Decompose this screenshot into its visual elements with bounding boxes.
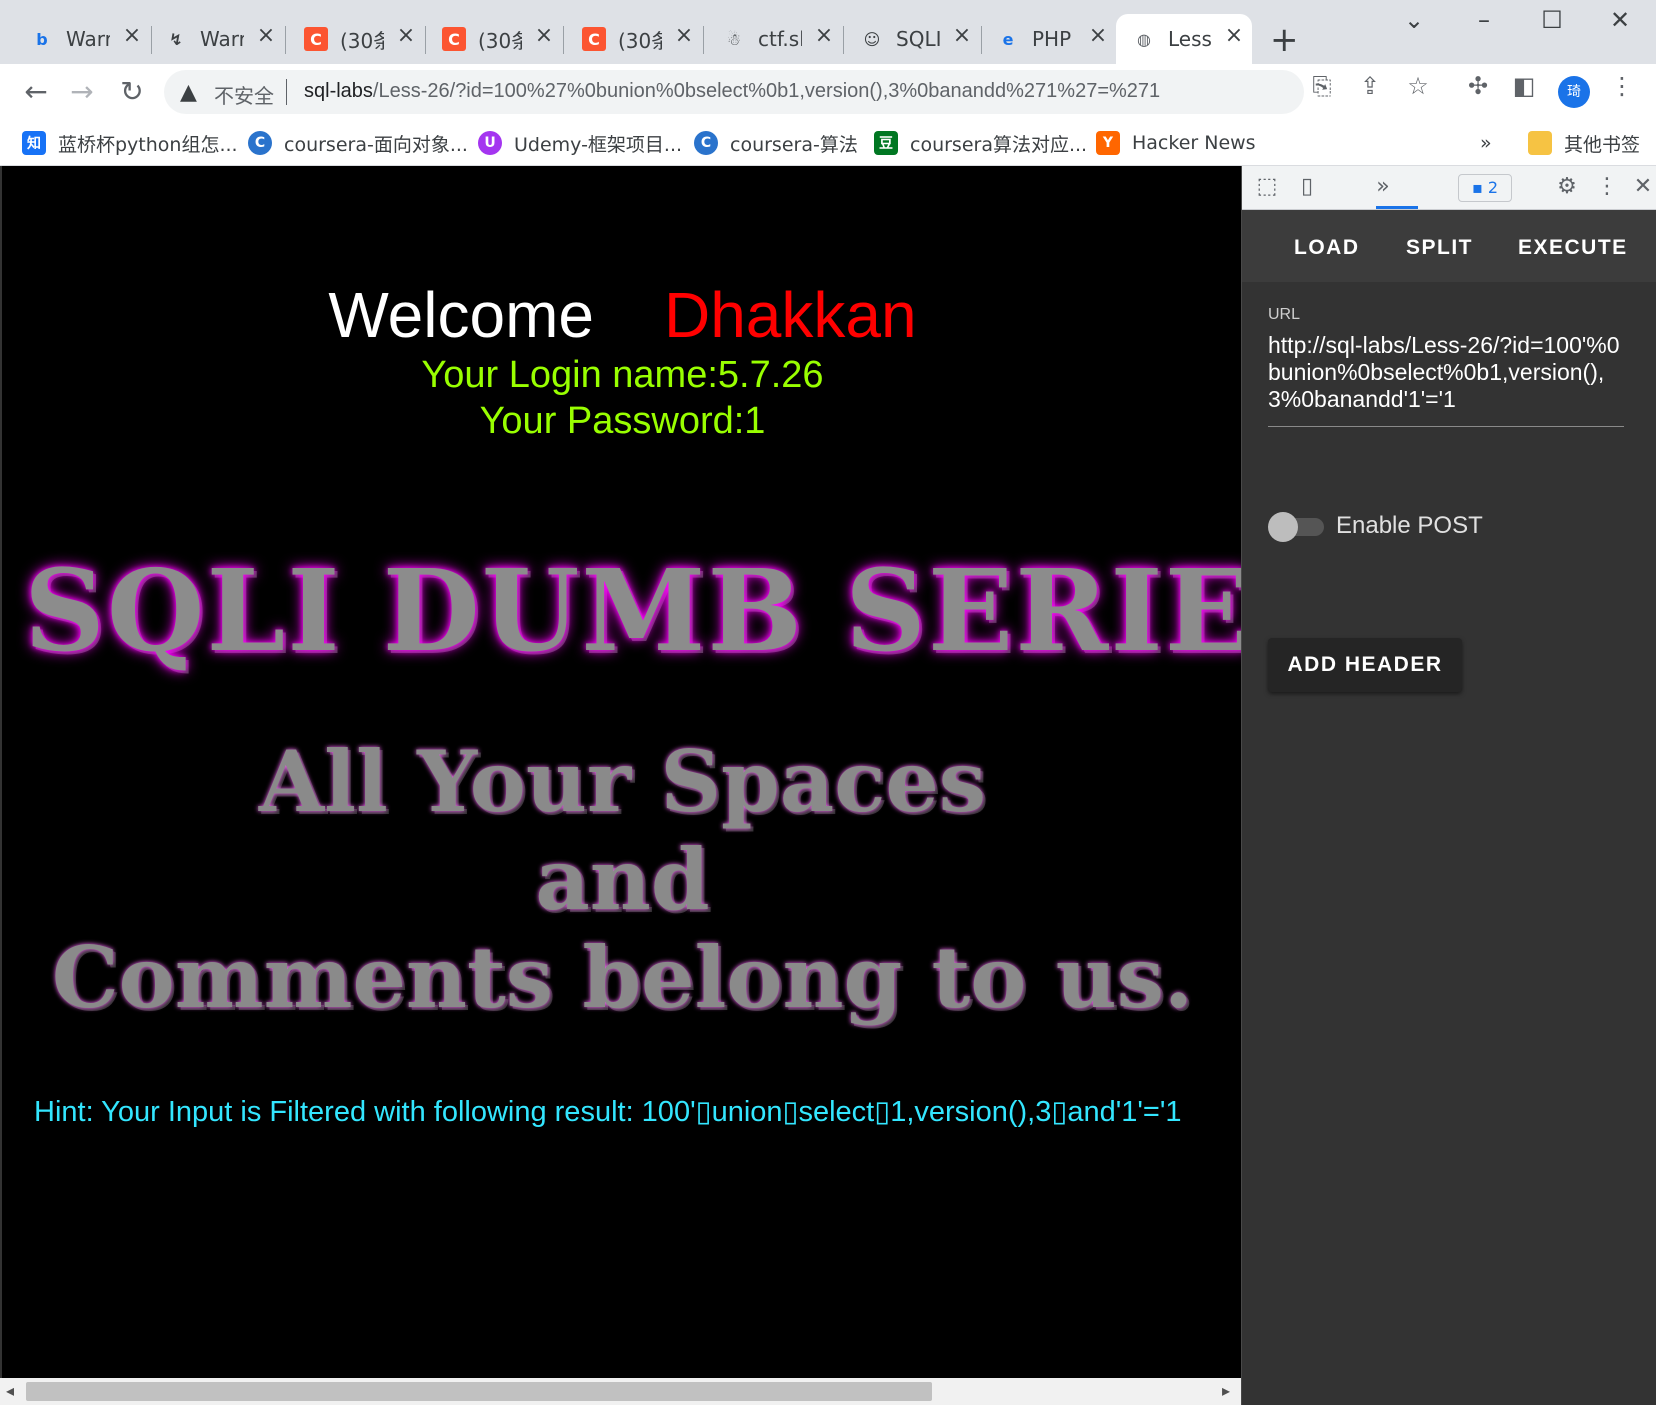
scroll-right-icon[interactable]: ▸ [1222, 1381, 1230, 1400]
csdn-icon: C [442, 27, 466, 51]
slogan-line: and [535, 830, 710, 929]
warning-icon[interactable]: ▲ [180, 80, 197, 105]
edge-icon: e [1002, 29, 1014, 49]
horizontal-scrollbar[interactable]: ◂ ▸ [0, 1378, 1241, 1405]
security-label[interactable]: 不安全 [214, 80, 274, 109]
devtools-close-icon[interactable]: ✕ [1628, 174, 1656, 199]
address-bar[interactable]: ▲ 不安全 sql-labs/Less-26/?id=100%27%0bunio… [164, 70, 1304, 114]
zhihu-icon: 知 [22, 131, 46, 155]
tab-strip: b Warr × ↯ Warr × C (30条 × C (30条 × C (3… [0, 0, 1656, 64]
share-icon[interactable]: ⇪ [1354, 72, 1386, 100]
tab-search-icon[interactable]: ⌄ [1394, 6, 1434, 34]
bookmarks-overflow-button[interactable]: » [1480, 128, 1492, 158]
enable-post-label: Enable POST [1336, 512, 1483, 539]
message-icon: ▪ [1471, 178, 1483, 197]
more-tabs-icon[interactable]: » [1368, 174, 1398, 199]
add-header-button[interactable]: ADD HEADER [1268, 638, 1462, 692]
browser-tab-active[interactable]: ◍ Less × [1116, 14, 1252, 64]
figure-icon: ☃ [726, 29, 742, 49]
forward-icon[interactable]: → [64, 78, 100, 106]
scroll-left-icon[interactable]: ◂ [6, 1381, 14, 1400]
settings-gear-icon[interactable]: ⚙ [1552, 174, 1582, 199]
menu-icon[interactable]: ⋮ [1606, 72, 1638, 100]
back-icon[interactable]: ← [18, 78, 54, 106]
close-tab-icon[interactable]: × [120, 24, 144, 48]
csdn-icon: C [582, 27, 606, 51]
bookmark-item[interactable]: Ccoursera-算法 [694, 128, 858, 158]
hacker-news-icon: Y [1096, 131, 1120, 155]
browser-tab[interactable]: C (30条 × [304, 14, 426, 64]
reload-icon[interactable]: ↻ [114, 78, 150, 106]
douban-icon: 豆 [874, 131, 898, 155]
bookmark-star-icon[interactable]: ☆ [1402, 72, 1434, 100]
close-tab-icon[interactable]: × [1222, 24, 1246, 48]
browser-tab[interactable]: b Warr × [30, 14, 152, 64]
slogan-line: All Your Spaces [258, 732, 987, 831]
issues-badge[interactable]: ▪ 2 [1458, 174, 1512, 202]
url-field[interactable]: http://sql-labs/Less-26/?id=100'%0bunion… [1268, 332, 1628, 413]
other-bookmarks[interactable]: 其他书签 [1528, 128, 1640, 158]
browser-tab[interactable]: ↯ Warr × [164, 14, 286, 64]
browser-tab[interactable]: C (30条 × [442, 14, 564, 64]
inspect-element-icon[interactable]: ⬚ [1252, 174, 1282, 199]
bookmark-item[interactable]: Y Hacker News [1096, 128, 1256, 158]
load-button[interactable]: LOAD [1294, 236, 1360, 260]
devtools-toolbar: ⬚ ▯ » ▪ 2 ⚙ ⋮ ✕ [1242, 166, 1656, 210]
folder-icon [1528, 131, 1552, 155]
translate-icon[interactable]: ⎘ [1306, 72, 1338, 100]
coursera-icon: C [694, 131, 718, 155]
password-text: Your Password:1 [479, 400, 766, 442]
welcome-heading: Welcome Dhakkan [328, 279, 917, 351]
bookmark-item[interactable]: 知蓝桥杯python组怎... [22, 128, 238, 158]
bookmark-item[interactable]: Ccoursera-面向对象... [248, 128, 468, 158]
sqli-banner-image: SQLI DUMB SERIES [24, 546, 1241, 677]
execute-button[interactable]: EXECUTE [1518, 236, 1628, 260]
browser-tab[interactable]: C (30条 × [582, 14, 704, 64]
side-panel-icon[interactable]: ◧ [1508, 72, 1540, 100]
scrollbar-thumb[interactable] [26, 1382, 932, 1401]
slogan-line: Comments belong to us. [51, 928, 1194, 1027]
username: Dhakkan [663, 279, 917, 351]
csdn-icon: C [304, 27, 328, 51]
login-name-text: Your Login name:5.7.26 [421, 354, 824, 396]
url-field-label: URL [1268, 306, 1301, 323]
devtools-panel: ⬚ ▯ » ▪ 2 ⚙ ⋮ ✕ LOAD SPLIT EXECUTE URL h… [1241, 166, 1656, 1405]
close-tab-icon[interactable]: × [672, 24, 696, 48]
window-close-icon[interactable]: ✕ [1600, 6, 1640, 34]
browser-tab[interactable]: e PHP × [996, 14, 1116, 64]
maximize-icon[interactable]: ☐ [1532, 6, 1572, 34]
bing-icon: b [36, 29, 48, 49]
browser-tab[interactable]: ☃ ctf.sl × [722, 14, 844, 64]
device-toolbar-icon[interactable]: ▯ [1292, 174, 1322, 199]
hint-text: Hint: Your Input is Filtered with follow… [34, 1096, 1182, 1128]
enable-post-toggle[interactable] [1268, 512, 1324, 542]
url-text[interactable]: sql-labs/Less-26/?id=100%27%0bunion%0bse… [304, 80, 1160, 103]
close-tab-icon[interactable]: × [394, 24, 418, 48]
bookmark-item[interactable]: U Udemy-框架项目... [478, 128, 682, 158]
close-tab-icon[interactable]: × [1086, 24, 1110, 48]
globe-icon: ◍ [1137, 29, 1151, 49]
bookmark-item[interactable]: 豆 coursera算法对应... [874, 128, 1087, 158]
profile-avatar[interactable]: 琦 [1558, 76, 1590, 108]
hackbar-actions: LOAD SPLIT EXECUTE [1242, 210, 1656, 282]
minimize-icon[interactable]: – [1464, 6, 1504, 34]
sqli-icon: ☺ [863, 29, 881, 49]
close-tab-icon[interactable]: × [950, 24, 974, 48]
split-button[interactable]: SPLIT [1406, 236, 1473, 260]
browser-toolbar: ← → ↻ ▲ 不安全 sql-labs/Less-26/?id=100%27%… [0, 64, 1656, 120]
coursera-icon: C [248, 131, 272, 155]
browser-tab[interactable]: ☺ SQLI × [860, 14, 982, 64]
extensions-icon[interactable]: ✣ [1462, 72, 1494, 100]
close-tab-icon[interactable]: × [532, 24, 556, 48]
udemy-icon: U [478, 131, 502, 155]
new-tab-button[interactable]: + [1270, 20, 1299, 60]
page-icon: ↯ [169, 29, 183, 49]
web-page-content: Welcome Dhakkan Your Login name:5.7.26 Yo… [0, 166, 1241, 1378]
close-tab-icon[interactable]: × [812, 24, 836, 48]
bookmarks-bar: 知蓝桥杯python组怎... Ccoursera-面向对象... U Udemy… [0, 120, 1656, 166]
devtools-menu-icon[interactable]: ⋮ [1592, 174, 1622, 199]
close-tab-icon[interactable]: × [254, 24, 278, 48]
